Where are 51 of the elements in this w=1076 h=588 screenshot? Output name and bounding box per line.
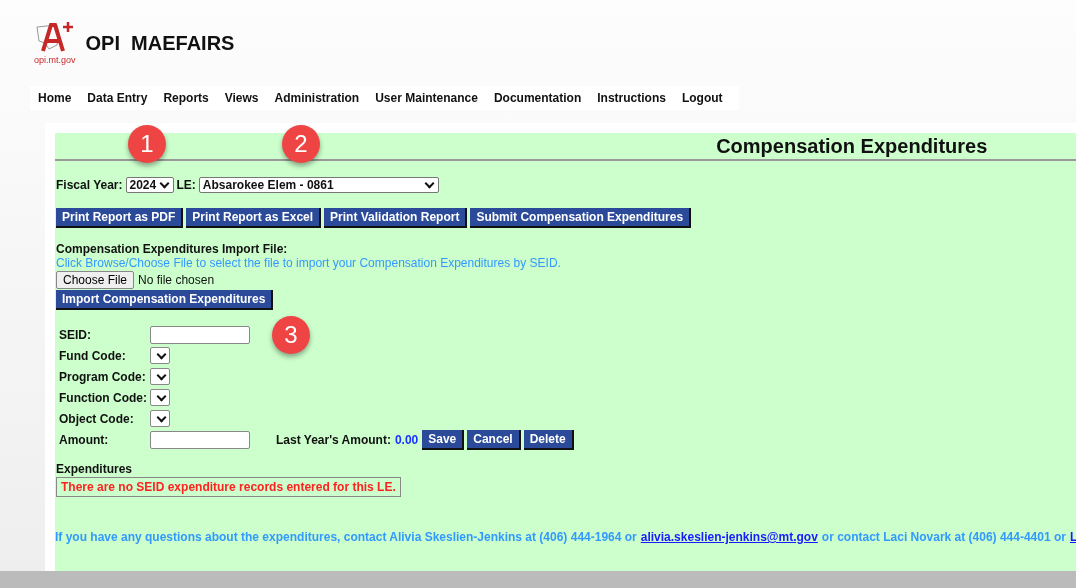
last-year-label: Last Year's Amount: bbox=[276, 432, 391, 447]
import-button[interactable]: Import Compensation Expenditures bbox=[56, 290, 274, 310]
email-link[interactable]: L bbox=[1069, 530, 1076, 544]
input-field[interactable] bbox=[150, 430, 250, 449]
nav-link[interactable]: User Maintenance bbox=[375, 91, 478, 105]
field-label: Program Code: bbox=[59, 369, 147, 384]
dropdown[interactable] bbox=[150, 389, 170, 406]
nav-link[interactable]: Instructions bbox=[597, 91, 666, 105]
field-label: Fund Code: bbox=[59, 348, 127, 363]
action-button[interactable]: Print Validation Report bbox=[324, 208, 468, 228]
callout-marker: 2 bbox=[282, 125, 320, 163]
contact-text: or contact Laci Novark at (406) 444-4401 or bbox=[821, 530, 1066, 544]
nav-link[interactable]: Home bbox=[38, 91, 72, 105]
dropdown[interactable] bbox=[150, 410, 170, 427]
logo-caption: opi.mt.gov bbox=[34, 55, 76, 65]
expenditures-heading: Expenditures bbox=[56, 462, 133, 476]
action-button[interactable]: Submit Compensation Expenditures bbox=[470, 208, 692, 228]
le-label: LE: bbox=[176, 178, 196, 192]
nav-link[interactable]: Data Entry bbox=[87, 91, 148, 105]
form-button[interactable]: Delete bbox=[523, 429, 574, 450]
last-year-amount: 0.00 bbox=[394, 432, 419, 447]
fiscal-year-select[interactable]: 2024 bbox=[125, 177, 174, 193]
choose-file-button[interactable]: Choose File bbox=[56, 271, 135, 289]
dropdown[interactable] bbox=[150, 368, 170, 385]
form-button[interactable]: Cancel bbox=[467, 429, 521, 450]
import-heading: Compensation Expenditures Import File: bbox=[56, 242, 289, 256]
field-label: Object Code: bbox=[59, 411, 135, 426]
empty-message: There are no SEID expenditure records entered for this LE. bbox=[56, 477, 401, 497]
nav-link[interactable]: Views bbox=[224, 91, 259, 105]
nav-link[interactable]: Reports bbox=[163, 91, 209, 105]
site-title: OPI MAEFAIRS bbox=[85, 31, 235, 55]
field-label: SEID: bbox=[59, 327, 92, 342]
callout-marker: 1 bbox=[128, 125, 166, 163]
form-button[interactable]: Save bbox=[422, 429, 465, 450]
nav-link[interactable]: Logout bbox=[681, 91, 723, 105]
action-button[interactable]: Print Report as PDF bbox=[56, 208, 184, 228]
callout-marker: 3 bbox=[272, 316, 310, 354]
field-label: Amount: bbox=[59, 432, 110, 447]
page-title: Compensation Expenditures bbox=[716, 134, 988, 159]
action-button[interactable]: Print Report as Excel bbox=[186, 208, 322, 228]
contact-text: If you have any questions about the expenditures, contact Alivia Skeslien-Jenkins at (406) 444-1964 or bbox=[55, 530, 637, 544]
field-label: Function Code: bbox=[59, 390, 148, 405]
nav-link[interactable]: Documentation bbox=[493, 91, 582, 105]
le-select[interactable]: Absarokee Elem - 0861 bbox=[198, 177, 439, 193]
email-link[interactable]: alivia.skeslien-jenkins@mt.gov bbox=[640, 530, 818, 544]
dropdown[interactable] bbox=[150, 347, 170, 364]
file-status: No file chosen bbox=[138, 273, 215, 287]
import-hint: Click Browse/Choose File to select the file to import your Compensation Expenditures by SEID. bbox=[56, 256, 562, 270]
input-field[interactable] bbox=[150, 325, 250, 344]
fiscal-year-label: Fiscal Year: bbox=[56, 178, 123, 192]
nav-link[interactable]: Administration bbox=[274, 91, 360, 105]
